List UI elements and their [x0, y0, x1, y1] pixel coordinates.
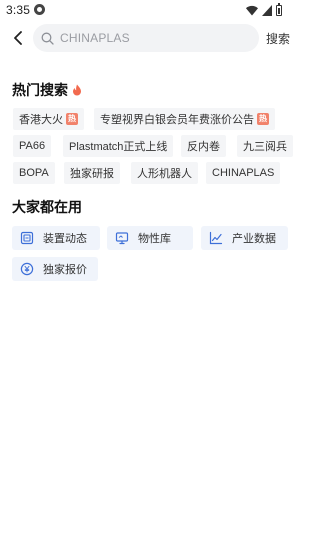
status-time: 3:35	[6, 3, 31, 17]
hot-tag-label: BOPA	[19, 167, 49, 179]
tool-exclusive-quote[interactable]: 独家报价	[12, 257, 98, 281]
search-icon	[41, 32, 54, 45]
hot-tag-label: 专塑视界白银会员年费涨价公告	[100, 114, 254, 126]
back-button[interactable]	[8, 28, 28, 48]
hot-tag[interactable]: BOPA	[13, 162, 55, 184]
tool-label: 独家报价	[43, 264, 87, 276]
hot-tag[interactable]: 九三阅兵	[237, 135, 293, 157]
tool-industry-data[interactable]: 产业数据	[201, 226, 288, 250]
cellular-signal-icon	[262, 4, 272, 16]
hot-tag[interactable]: 独家研报	[64, 162, 120, 184]
hot-tag-label: PA66	[19, 140, 46, 152]
hot-tag[interactable]: 香港大火 热	[13, 108, 84, 130]
hot-tag-label: 人形机器人	[137, 168, 192, 180]
chevron-left-icon	[14, 31, 22, 45]
hot-search-title-text: 热门搜索	[12, 82, 68, 98]
hot-tag-label: CHINAPLAS	[212, 167, 275, 179]
hot-tag-label: 反内卷	[187, 141, 220, 153]
tool-label: 装置动态	[43, 233, 87, 245]
common-tools-title-text: 大家都在用	[12, 199, 82, 215]
search-button[interactable]: 搜索	[266, 30, 290, 47]
status-bar: 3:35	[0, 0, 300, 20]
device-icon	[20, 231, 34, 245]
hot-tag[interactable]: 反内卷	[181, 135, 226, 157]
chart-icon	[209, 231, 223, 245]
hot-tag-label: 香港大火	[19, 114, 63, 126]
hot-search-title: 热门搜索	[12, 80, 82, 100]
hot-tag-label: Plastmatch正式上线	[69, 141, 168, 153]
hot-tag[interactable]: CHINAPLAS	[206, 162, 281, 184]
hot-tag-label: 独家研报	[70, 168, 114, 180]
search-box[interactable]	[33, 24, 259, 52]
tool-label: 物性库	[138, 233, 171, 245]
battery-icon	[276, 2, 282, 16]
notification-app-icon	[34, 4, 45, 15]
hot-badge: 热	[257, 113, 269, 125]
hot-tag[interactable]: 专塑视界白银会员年费涨价公告 热	[94, 108, 275, 130]
monitor-icon	[115, 232, 129, 245]
hot-tag[interactable]: PA66	[13, 135, 52, 157]
tool-label: 产业数据	[232, 233, 276, 245]
wifi-icon	[246, 5, 258, 16]
hot-tag[interactable]: 人形机器人	[131, 162, 198, 184]
search-input[interactable]	[60, 31, 240, 45]
hot-tag[interactable]: Plastmatch正式上线	[63, 135, 174, 157]
search-header: 搜索	[0, 24, 300, 52]
tool-property-db[interactable]: 物性库	[107, 226, 193, 250]
hot-tag-label: 九三阅兵	[243, 141, 287, 153]
common-tools-title: 大家都在用	[12, 197, 82, 217]
fire-icon	[73, 84, 81, 96]
yuan-icon	[20, 262, 34, 276]
tool-device-status[interactable]: 装置动态	[12, 226, 100, 250]
hot-badge: 热	[66, 113, 78, 125]
status-icons	[246, 2, 282, 16]
